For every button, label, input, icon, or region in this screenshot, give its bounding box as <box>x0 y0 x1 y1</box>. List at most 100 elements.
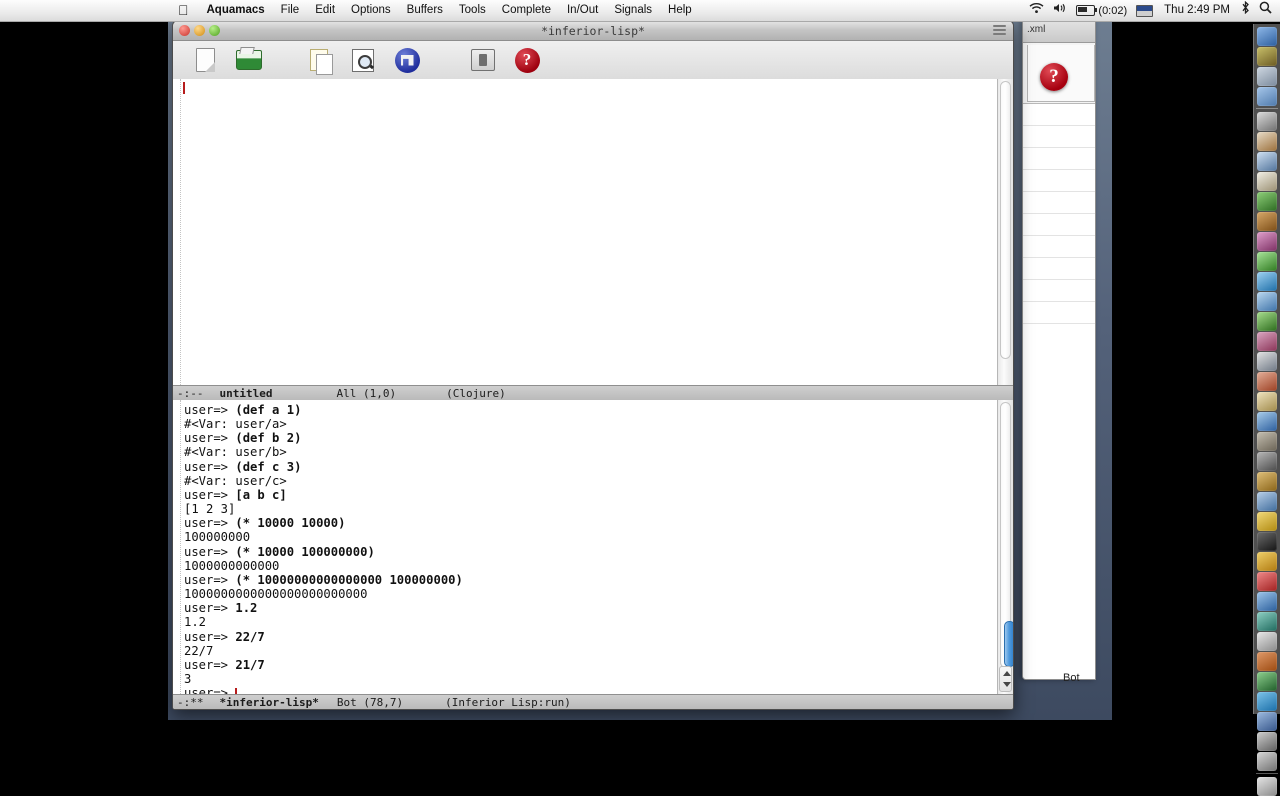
bluetooth-icon[interactable] <box>1241 0 1250 21</box>
menu-item-file[interactable]: File <box>273 0 308 21</box>
open-file-button[interactable] <box>227 43 271 77</box>
repl-input-text: (* 10000 100000000) <box>235 544 375 559</box>
dock-icon-star[interactable] <box>1257 551 1277 571</box>
dock-icon-finder[interactable] <box>1257 26 1277 46</box>
battery-status[interactable]: (0:02) <box>1076 5 1127 17</box>
copy-button[interactable] <box>297 43 341 77</box>
spotlight-search-icon[interactable] <box>1259 0 1272 21</box>
dock-icon-crab[interactable] <box>1257 651 1277 671</box>
dock-icon-network[interactable] <box>1257 86 1277 106</box>
apple-menu-icon[interactable]:  <box>172 0 199 21</box>
dock-icon-sketch[interactable] <box>1257 111 1277 131</box>
dock-icon-terminal[interactable] <box>1257 451 1277 471</box>
screen:  Aquamacs File Edit Options Buffers Too… <box>0 0 1280 796</box>
dock-icon-garageband[interactable] <box>1257 211 1277 231</box>
repl-scroll-arrows[interactable] <box>999 666 1012 692</box>
menu-item-complete[interactable]: Complete <box>494 0 559 21</box>
menu-item-edit[interactable]: Edit <box>307 0 343 21</box>
dock-icon-dashboard[interactable] <box>1257 46 1277 66</box>
menu-item-in-out[interactable]: In/Out <box>559 0 606 21</box>
dock-icon-browser[interactable] <box>1257 411 1277 431</box>
repl-input-text: (def c 3) <box>235 459 302 474</box>
aquamacs-window[interactable]: *inferior-lisp* ? -:-- untitled All (1,0… <box>172 20 1014 710</box>
dock-icon-settings[interactable] <box>1257 731 1277 751</box>
list-item <box>1023 236 1095 258</box>
dock-icon-phone[interactable] <box>1257 251 1277 271</box>
menu-bar-clock[interactable]: Thu 2:49 PM <box>1162 0 1232 21</box>
input-menu-flag-icon[interactable] <box>1136 4 1154 17</box>
background-window-tab[interactable]: .xml <box>1023 19 1095 43</box>
dock-icon-image-editor[interactable] <box>1257 331 1277 351</box>
top-buffer-scrollbar[interactable] <box>997 79 1013 385</box>
print-button[interactable] <box>461 43 505 77</box>
battery-icon <box>1076 5 1098 16</box>
dock-icon-flower[interactable] <box>1257 571 1277 591</box>
repl-text-area[interactable]: user=> (def a 1) #<Var: user/a> user=> (de… <box>181 400 997 694</box>
top-buffer-text-area[interactable] <box>181 79 997 385</box>
dock-icon-tree[interactable] <box>1257 311 1277 331</box>
toolbar-toggle-button[interactable] <box>993 25 1006 36</box>
dock-icon-address-book[interactable] <box>1257 151 1277 171</box>
list-item <box>1023 170 1095 192</box>
repl-output-text: #<Var: user/a> <box>184 417 287 432</box>
dock-icon-word[interactable] <box>1257 511 1277 531</box>
help-badge-icon[interactable]: ? <box>1040 63 1068 91</box>
background-window[interactable]: .xml <box>1022 18 1096 680</box>
repl-scrollbar[interactable] <box>997 400 1013 694</box>
new-file-button[interactable] <box>183 43 227 77</box>
repl-line: 100000000 <box>184 530 997 544</box>
dock-icon-scriptor[interactable] <box>1257 711 1277 731</box>
dock-icon-office[interactable] <box>1257 611 1277 631</box>
dock[interactable] <box>1253 24 1280 796</box>
dock-icon-video[interactable] <box>1257 531 1277 551</box>
dock-icon-preview[interactable] <box>1257 351 1277 371</box>
window-title-bar[interactable]: *inferior-lisp* <box>173 21 1013 41</box>
dock-icon-utility[interactable] <box>1257 431 1277 451</box>
dock-icon-printer[interactable] <box>1257 631 1277 651</box>
dock-icon-system-preferences[interactable] <box>1257 66 1277 86</box>
copy-icon <box>310 49 333 75</box>
repl-line: 22/7 <box>184 644 997 658</box>
top-buffer-scroll-track[interactable] <box>1000 81 1011 359</box>
dock-icon-iphoto[interactable] <box>1257 371 1277 391</box>
dock-icon-media-player[interactable] <box>1257 591 1277 611</box>
dock-icon-skitch[interactable] <box>1257 691 1277 711</box>
list-item <box>1023 258 1095 280</box>
dock-icon-calculator[interactable] <box>1257 671 1277 691</box>
save-button[interactable] <box>385 43 429 77</box>
menu-item-options[interactable]: Options <box>343 0 399 21</box>
dock-icon-ichat[interactable] <box>1257 291 1277 311</box>
dock-icon-dictionary[interactable] <box>1257 171 1277 191</box>
repl-modeline: -:** *inferior-lisp* Bot (78,7) (Inferio… <box>173 694 1013 709</box>
list-item <box>1023 148 1095 170</box>
dock-icon-design[interactable] <box>1257 491 1277 511</box>
top-modeline-buffer-name: untitled <box>219 387 273 400</box>
dock-icon-system-monitor[interactable] <box>1257 751 1277 771</box>
repl-scroll-track[interactable] <box>1000 402 1013 668</box>
repl-scroll-thumb[interactable] <box>1004 621 1013 667</box>
dock-icon-notes[interactable] <box>1257 391 1277 411</box>
top-buffer-window[interactable] <box>173 79 1013 385</box>
toolbar: ? <box>173 41 1013 80</box>
repl-input-text: (* 10000 10000) <box>235 516 346 531</box>
dock-icon-leaf[interactable] <box>1257 191 1277 211</box>
menu-item-signals[interactable]: Signals <box>606 0 660 21</box>
wifi-icon[interactable] <box>1029 0 1044 21</box>
search-button[interactable] <box>341 43 385 77</box>
menu-item-aquamacs[interactable]: Aquamacs <box>199 0 273 21</box>
dock-icon-tools[interactable] <box>1257 471 1277 491</box>
menu-item-help[interactable]: Help <box>660 0 700 21</box>
volume-icon[interactable] <box>1053 0 1067 21</box>
list-item <box>1023 104 1095 126</box>
list-item <box>1023 214 1095 236</box>
dock-icon-photos[interactable] <box>1257 231 1277 251</box>
repl-buffer-window[interactable]: user=> (def a 1) #<Var: user/a> user=> (de… <box>173 400 1013 694</box>
dock-icon-mail[interactable] <box>1257 131 1277 151</box>
help-button[interactable]: ? <box>505 43 549 77</box>
list-item <box>1023 126 1095 148</box>
dock-icon-skype[interactable] <box>1257 271 1277 291</box>
dock-icon-trash[interactable] <box>1257 776 1277 796</box>
menu-item-tools[interactable]: Tools <box>451 0 494 21</box>
menu-item-buffers[interactable]: Buffers <box>399 0 451 21</box>
background-window-body <box>1023 103 1095 679</box>
